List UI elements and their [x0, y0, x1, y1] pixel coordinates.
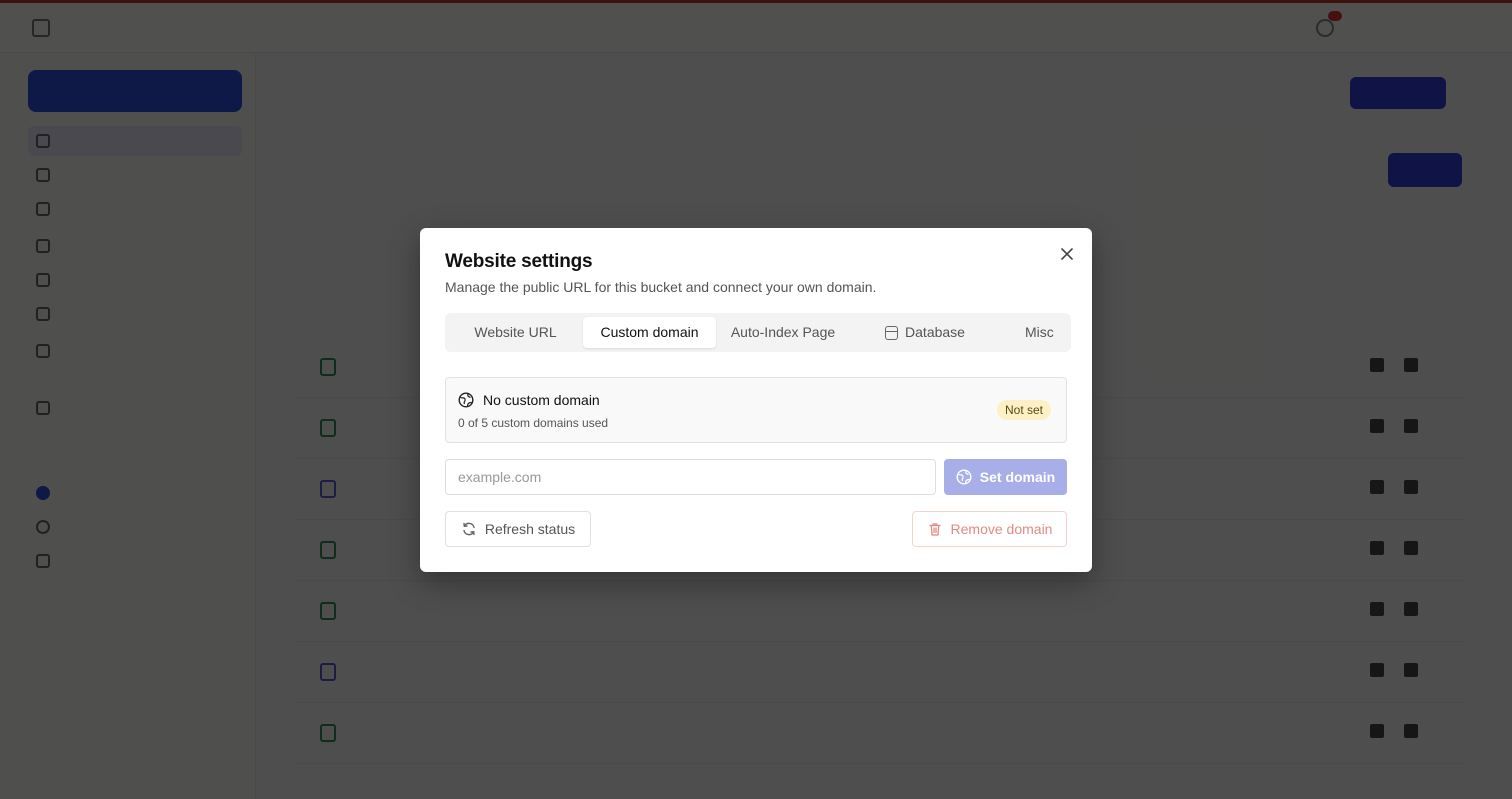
set-domain-button[interactable]: Set domain: [944, 459, 1067, 495]
tab-custom-domain[interactable]: Custom domain: [583, 317, 716, 348]
remove-domain-label: Remove domain: [950, 521, 1053, 537]
status-subtitle: 0 of 5 custom domains used: [458, 416, 609, 430]
tab-website-url[interactable]: Website URL: [451, 317, 580, 348]
tab-label: Misc: [1025, 324, 1054, 340]
close-icon[interactable]: [1057, 244, 1077, 264]
domain-status-card: No custom domain 0 of 5 custom domains u…: [445, 377, 1067, 443]
trash-icon: [927, 521, 943, 537]
tab-auto-index-page[interactable]: Auto-Index Page: [719, 317, 847, 348]
remove-domain-button[interactable]: Remove domain: [912, 511, 1067, 547]
domain-input[interactable]: [445, 459, 936, 495]
refresh-icon: [461, 521, 477, 537]
dialog-subtitle: Manage the public URL for this bucket an…: [445, 279, 877, 295]
status-badge: Not set: [997, 400, 1052, 420]
tab-misc[interactable]: Misc: [1025, 317, 1071, 348]
dialog-title: Website settings: [445, 251, 593, 272]
settings-tabs: Website URL Custom domain Auto-Index Pag…: [445, 313, 1071, 352]
globe-icon: [956, 469, 972, 485]
database-icon: [885, 325, 899, 340]
tab-database[interactable]: Database: [865, 317, 985, 348]
website-settings-dialog: Website settings Manage the public URL f…: [420, 228, 1092, 572]
refresh-status-label: Refresh status: [484, 521, 576, 537]
tab-label: Database: [905, 324, 965, 340]
globe-icon: [458, 392, 474, 408]
refresh-status-button[interactable]: Refresh status: [445, 511, 591, 547]
tab-label: Custom domain: [600, 324, 699, 340]
set-domain-label: Set domain: [979, 469, 1056, 485]
status-title: No custom domain: [483, 392, 600, 408]
tab-label: Website URL: [474, 324, 557, 340]
tab-label: Auto-Index Page: [730, 324, 836, 340]
